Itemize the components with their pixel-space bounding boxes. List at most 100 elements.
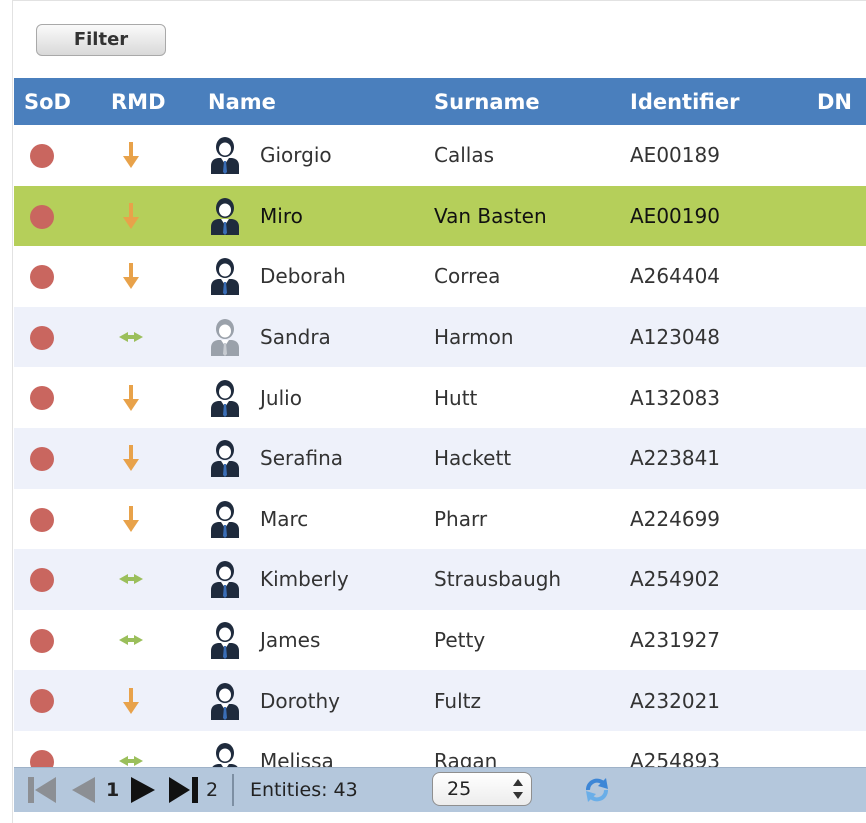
page-size-value: 25 (447, 778, 472, 800)
page-size-select[interactable]: 25 (432, 772, 532, 806)
table-row[interactable]: Sandra Harmon A123048 (14, 306, 866, 368)
column-header-identifier[interactable]: Identifier (620, 78, 807, 125)
identifier-cell: A231927 (630, 628, 721, 653)
first-name: Sandra (260, 325, 331, 350)
user-icon (211, 500, 239, 538)
current-page-number: 1 (106, 779, 120, 801)
table-header-row: SoD RMD Name Surname Identifier DN (14, 78, 866, 125)
name-cell: James (198, 610, 424, 671)
first-name: Serafina (260, 446, 344, 471)
user-icon (211, 622, 239, 660)
table-row[interactable]: Deborah Correa A264404 (14, 246, 866, 307)
filter-button[interactable]: Filter (36, 24, 166, 56)
surname-cell: Strausbaugh (434, 567, 562, 592)
surname-cell: Petty (434, 628, 486, 653)
rmd-cell (101, 367, 198, 428)
dn-cell (807, 246, 866, 307)
column-header-sod[interactable]: SoD (14, 78, 101, 125)
name-cell: Kimberly (198, 549, 424, 610)
table-row[interactable]: James Petty A231927 (14, 609, 866, 671)
sod-status-dot (30, 507, 54, 532)
arrow-down-icon (123, 384, 139, 411)
arrow-down-icon (123, 142, 139, 169)
total-pages: 2 (206, 779, 219, 801)
table-row[interactable]: Marc Pharr A224699 (14, 488, 866, 550)
rmd-cell (101, 549, 198, 610)
sod-status-dot (30, 568, 54, 593)
first-name: James (260, 628, 321, 653)
identifier-cell: AE00189 (630, 143, 720, 168)
identifier-cell: A232021 (630, 688, 721, 713)
next-page-icon[interactable] (128, 774, 158, 806)
identifier-cell: A123048 (630, 325, 721, 350)
first-page-icon[interactable] (26, 774, 60, 806)
last-page-icon[interactable] (166, 774, 200, 806)
refresh-icon[interactable] (582, 776, 612, 804)
arrow-down-icon (123, 202, 139, 229)
table-row[interactable]: Miro Van Basten AE00190 (14, 185, 866, 247)
surname-cell: Correa (434, 264, 501, 289)
table-row[interactable]: Julio Hutt A132083 (14, 367, 866, 428)
identifier-cell: A132083 (630, 385, 721, 410)
rmd-cell (101, 246, 198, 307)
identifier-cell: A264404 (630, 264, 721, 289)
rmd-cell (101, 186, 198, 247)
identifier-cell: A254902 (630, 567, 721, 592)
dn-cell (807, 489, 866, 550)
user-icon (211, 682, 239, 720)
name-cell: Giorgio (198, 125, 424, 186)
rmd-cell (101, 670, 198, 731)
user-icon (211, 258, 239, 296)
first-name: Deborah (260, 264, 346, 289)
surname-cell: Hackett (434, 446, 512, 471)
identifier-cell: A224699 (630, 506, 721, 531)
arrow-down-icon (123, 505, 139, 532)
dn-cell (807, 670, 866, 731)
name-cell: Serafina (198, 428, 424, 489)
identifier-cell: AE00190 (630, 203, 720, 228)
table-row[interactable]: Kimberly Strausbaugh A254902 (14, 549, 866, 610)
sod-status-dot (30, 144, 54, 169)
table-row[interactable]: Serafina Hackett A223841 (14, 427, 866, 489)
table-row[interactable]: Giorgio Callas AE00189 (14, 125, 866, 186)
column-header-rmd[interactable]: RMD (101, 78, 198, 125)
column-header-dn[interactable]: DN (807, 78, 866, 125)
surname-cell: Hutt (434, 385, 478, 410)
name-cell: Dorothy (198, 670, 424, 731)
arrow-left-right-icon (119, 574, 143, 585)
user-icon (211, 561, 239, 599)
surname-cell: Harmon (434, 325, 514, 350)
dn-cell (807, 186, 866, 247)
toolbar: Filter (12, 0, 866, 78)
arrow-down-icon (123, 687, 139, 714)
table-row[interactable]: Dorothy Fultz A232021 (14, 670, 866, 731)
surname-cell: Callas (434, 143, 495, 168)
sod-cell (14, 307, 101, 368)
first-name: Dorothy (260, 688, 341, 713)
sod-cell (14, 610, 101, 671)
surname-cell: Pharr (434, 506, 488, 531)
first-name: Miro (260, 203, 303, 228)
sod-status-dot (30, 628, 54, 653)
surname-cell: Fultz (434, 688, 481, 713)
column-header-name[interactable]: Name (198, 78, 424, 125)
spinner-arrows-icon[interactable] (511, 777, 525, 801)
sod-status-dot (30, 447, 54, 472)
user-icon (211, 379, 239, 417)
previous-page-icon[interactable] (68, 774, 98, 806)
sod-cell (14, 186, 101, 247)
sod-cell (14, 367, 101, 428)
first-name: Julio (260, 385, 302, 410)
name-cell: Miro (198, 186, 424, 247)
sod-status-dot (30, 325, 54, 350)
dn-cell (807, 428, 866, 489)
surname-cell: Van Basten (434, 203, 547, 228)
column-header-surname[interactable]: Surname (424, 78, 620, 125)
dn-cell (807, 125, 866, 186)
rmd-cell (101, 610, 198, 671)
user-icon (211, 137, 239, 175)
dn-cell (807, 610, 866, 671)
first-name: Giorgio (260, 143, 332, 168)
arrow-down-icon (123, 445, 139, 472)
name-cell: Deborah (198, 246, 424, 307)
